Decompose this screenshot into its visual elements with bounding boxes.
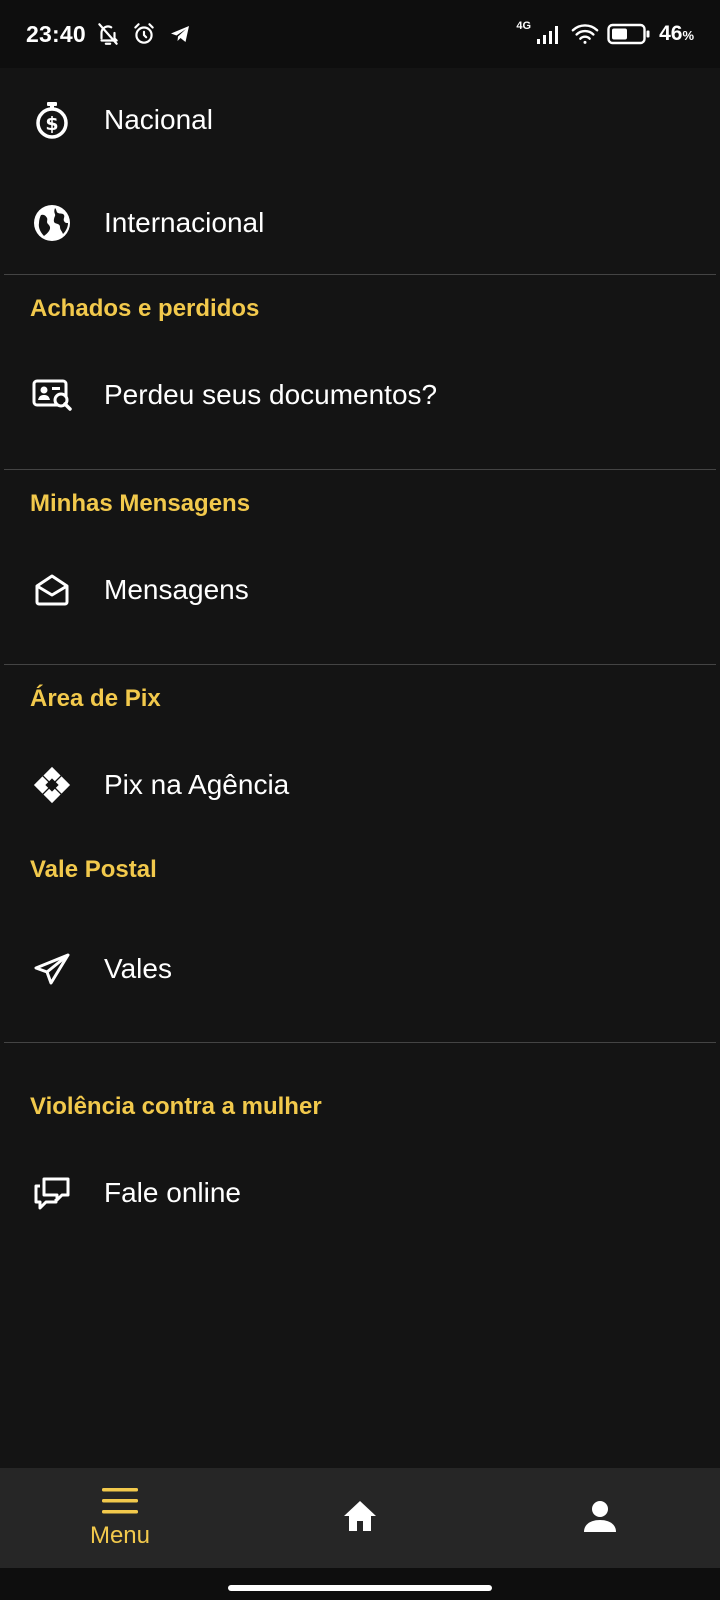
nav-profile-button[interactable]: [480, 1468, 720, 1568]
menu-item-mensagens[interactable]: Mensagens: [0, 538, 720, 641]
status-time: 23:40: [26, 20, 86, 47]
app-screen: 23:40 4G 46% $ Nacional Internacional Ac…: [0, 0, 720, 1600]
globe-icon: [32, 203, 72, 243]
bottom-navigation: Menu: [0, 1468, 720, 1568]
section-title-violencia: Violência contra a mulher: [30, 1093, 322, 1120]
person-icon: [583, 1499, 617, 1538]
alarm-clock-icon: [130, 20, 158, 48]
menu-item-label: Perdeu seus documentos?: [104, 378, 438, 410]
nav-menu-button[interactable]: Menu: [0, 1468, 240, 1568]
paper-plane-icon: [32, 949, 72, 989]
gesture-area: [0, 1568, 720, 1600]
menu-item-label: Fale online: [104, 1176, 241, 1208]
battery-icon: [607, 20, 651, 48]
menu-item-label: Mensagens: [104, 573, 249, 605]
menu-item-label: Pix na Agência: [104, 768, 290, 800]
menu-item-label: Vales: [104, 953, 172, 984]
menu-item-vales[interactable]: Vales: [0, 904, 720, 1034]
menu-item-label: Internacional: [104, 206, 265, 238]
telegram-icon: [166, 20, 194, 48]
section-title-mensagens: Minhas Mensagens: [30, 490, 251, 517]
status-right: 4G 46%: [516, 20, 694, 48]
menu-item-internacional[interactable]: Internacional: [0, 171, 720, 274]
section-title-vale: Vale Postal: [30, 856, 157, 883]
dollar-stopwatch-icon: $: [32, 100, 72, 140]
menu-list: $ Nacional Internacional Achados e perdi…: [0, 68, 720, 1244]
menu-item-fale-online[interactable]: Fale online: [0, 1141, 720, 1244]
section-title-pix: Área de Pix: [30, 685, 161, 712]
gesture-navigation-bar[interactable]: [228, 1585, 492, 1591]
hamburger-menu-icon: [101, 1487, 139, 1520]
menu-item-label: Nacional: [104, 103, 213, 135]
svg-text:$: $: [45, 113, 58, 135]
pix-icon: [32, 765, 72, 805]
section-title-achados: Achados e perdidos: [30, 295, 260, 322]
menu-item-nacional[interactable]: $ Nacional: [0, 68, 720, 171]
wifi-icon: [571, 20, 599, 48]
bell-off-icon: [94, 20, 122, 48]
network-type: 4G: [516, 20, 532, 32]
section-divider: [4, 1042, 716, 1043]
status-bar: 23:40 4G 46%: [0, 0, 720, 68]
battery-value: 46: [659, 22, 683, 45]
nav-home-button[interactable]: [240, 1468, 480, 1568]
status-left: 23:40: [26, 20, 194, 48]
home-icon: [342, 1499, 378, 1538]
battery-unit: %: [682, 28, 694, 43]
chat-bubbles-icon: [32, 1173, 72, 1213]
battery-percent: 46%: [659, 22, 694, 46]
envelope-open-icon: [32, 570, 72, 610]
menu-item-pix-agencia[interactable]: Pix na Agência: [0, 733, 720, 836]
id-card-search-icon: [32, 375, 72, 415]
nav-menu-label: Menu: [89, 1521, 151, 1549]
menu-item-perdeu-documentos[interactable]: Perdeu seus documentos?: [0, 343, 720, 446]
signal-icon: [535, 20, 563, 48]
